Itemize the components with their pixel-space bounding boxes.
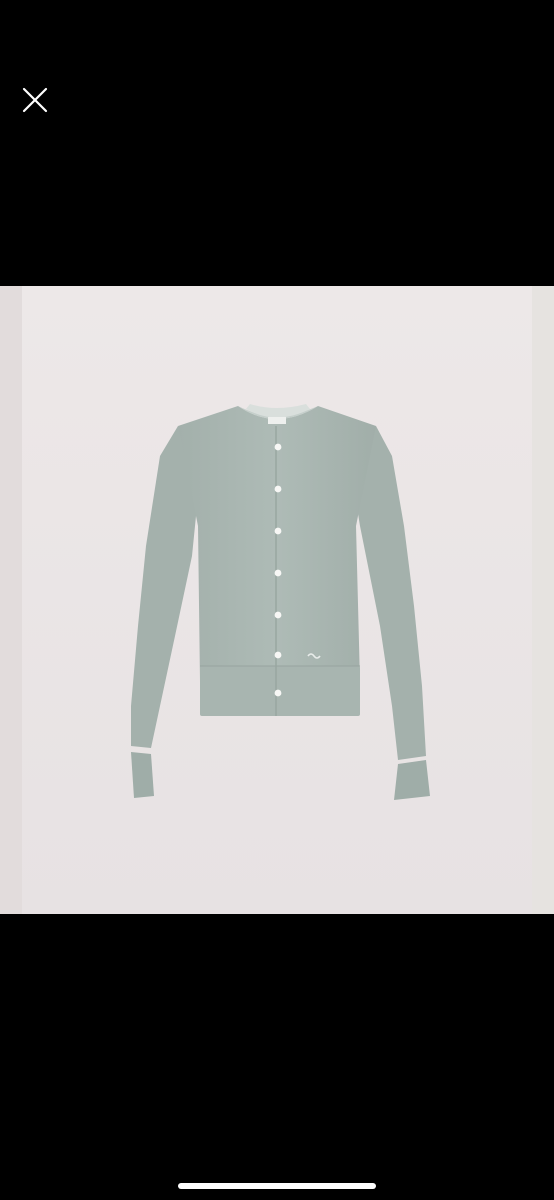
product-photo[interactable] — [0, 286, 554, 914]
home-indicator[interactable] — [178, 1183, 376, 1189]
photo-edge-left — [0, 286, 22, 914]
button — [274, 569, 282, 577]
cardigan-illustration — [0, 286, 554, 914]
inner-label — [268, 417, 286, 424]
button — [274, 611, 282, 619]
close-button[interactable] — [14, 79, 56, 121]
button — [274, 443, 282, 451]
button — [274, 651, 282, 659]
right-cuff — [394, 760, 430, 800]
left-cuff — [131, 752, 154, 798]
photo-edge-right — [532, 286, 554, 914]
close-icon — [22, 87, 48, 113]
button — [274, 689, 282, 697]
button — [274, 485, 282, 493]
button — [274, 527, 282, 535]
